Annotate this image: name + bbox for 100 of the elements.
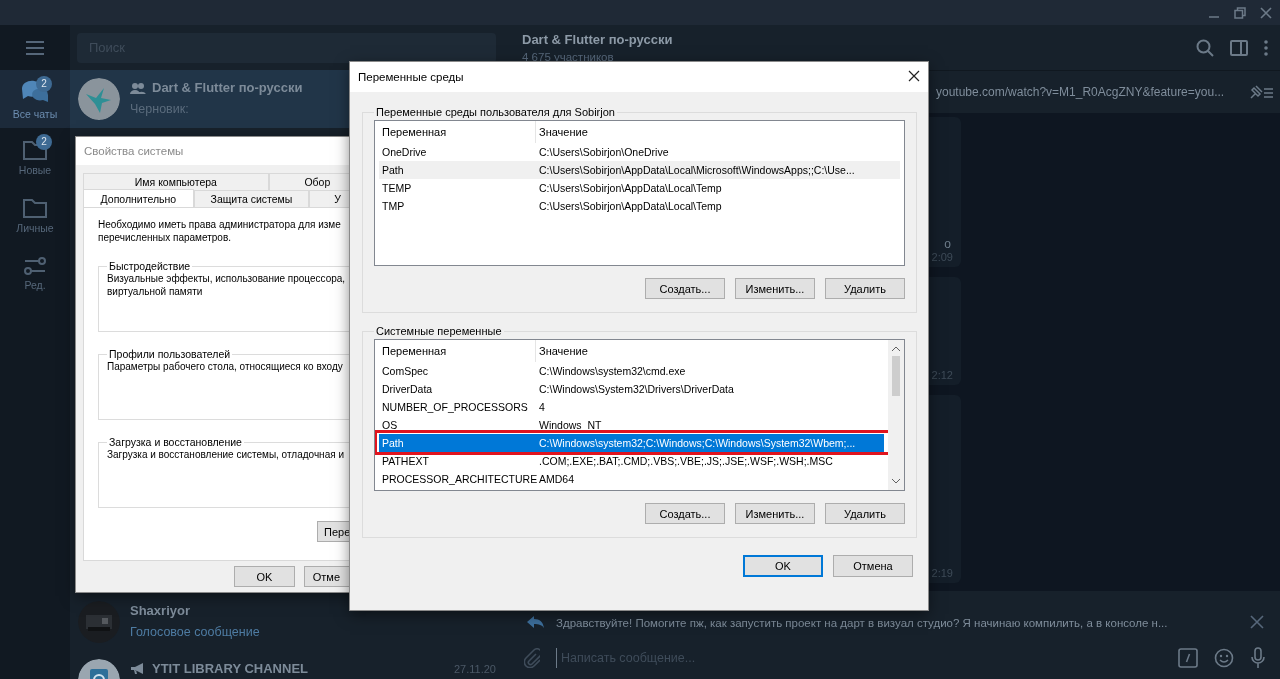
list-row[interactable]: OS Windows_NT: [379, 416, 884, 434]
variable-value: C:\Users\Sobirjon\AppData\Local\Temp: [538, 182, 722, 194]
search-icon[interactable]: [1196, 38, 1214, 57]
more-icon[interactable]: [1264, 39, 1268, 56]
dialog-button[interactable]: Создать...: [645, 278, 725, 299]
message-text: о: [944, 237, 951, 251]
admin-notice: Необходимо иметь права администратора для изме перечисленных параметров.: [98, 218, 342, 244]
variable-name: Path: [381, 437, 405, 449]
dialog-title: Переменные среды: [358, 71, 464, 83]
folder-icon: [22, 138, 48, 161]
list-row[interactable]: NUMBER_OF_PROCESSORS 4: [379, 398, 884, 416]
chat-title: Dart & Flutter по-русски: [522, 32, 674, 47]
column-header[interactable]: Переменная: [379, 121, 536, 143]
variable-name: PROCESSOR_ARCHITECTURE: [381, 473, 536, 485]
group-icon: [130, 81, 146, 94]
scroll-down-icon[interactable]: [892, 478, 900, 484]
dialog-button[interactable]: Изменить...: [735, 503, 815, 524]
chat-name: Shaxriyor: [130, 603, 190, 618]
paperclip-icon[interactable]: [524, 648, 540, 668]
variable-name: Path: [381, 164, 405, 176]
dialog-button[interactable]: Удалить: [825, 278, 905, 299]
list-row[interactable]: Path C:\Users\Sobirjon\AppData\Local\Microsoft\WindowsApps;;C:\Use...: [379, 161, 900, 179]
megaphone-icon: [130, 662, 146, 675]
column-header[interactable]: Переменная: [379, 340, 536, 362]
list-row[interactable]: ComSpec C:\Windows\system32\cmd.exe: [379, 362, 884, 380]
variable-name: OS: [381, 419, 399, 431]
variable-value: C:\Windows\System32\Drivers\DriverData: [538, 383, 734, 395]
folder-label: Личные: [16, 221, 54, 234]
scroll-up-icon[interactable]: [892, 346, 900, 352]
member-count: 4 675 участников: [522, 51, 615, 63]
dialog-button[interactable]: Удалить: [825, 503, 905, 524]
variable-name: NUMBER_OF_PROCESSORS: [381, 401, 529, 413]
list-row[interactable]: DriverData C:\Windows\System32\Drivers\DriverData: [379, 380, 884, 398]
microphone-icon[interactable]: [1250, 647, 1266, 669]
menu-icon[interactable]: [26, 40, 44, 55]
scroll-thumb[interactable]: [892, 356, 900, 396]
dialog-button[interactable]: OK: [743, 555, 823, 577]
dialog-tab[interactable]: Защита системы: [193, 190, 310, 207]
variable-value: C:\Windows\system32\cmd.exe: [538, 365, 686, 377]
chat-name: Dart & Flutter по-русски: [152, 80, 303, 95]
restore-icon[interactable]: [1234, 6, 1246, 19]
unread-badge: 2: [36, 134, 52, 150]
group-description: Параметры рабочего стола, относящиеся ко входу: [107, 360, 344, 373]
variable-name: OneDrive: [381, 146, 428, 158]
dialog-button[interactable]: Изменить...: [735, 278, 815, 299]
variable-value: C:\Users\Sobirjon\OneDrive: [538, 146, 669, 158]
variable-value: AMD64: [538, 473, 574, 485]
folder-tab[interactable]: 2 Новые: [0, 128, 70, 186]
chat-date: 27.11.20: [454, 662, 496, 675]
unread-badge: 2: [36, 76, 52, 92]
group-title: Системные переменные: [375, 325, 503, 337]
chat-name: YTIT LIBRARY CHANNEL: [152, 661, 308, 676]
pinned-message[interactable]: youtube.com/watch?v=M1_R0AcgZNY&feature=you...: [936, 85, 1240, 99]
chat-preview: Голосовое сообщение: [130, 625, 260, 639]
column-header[interactable]: Значение: [536, 121, 588, 143]
dialog-button[interactable]: OK: [234, 566, 295, 587]
variable-value: 4: [538, 401, 545, 413]
variable-value: C:\Windows\system32;C:\Windows;C:\Windows\System32\Wbem;...: [538, 437, 856, 449]
chat-preview: Черновик:: [130, 102, 189, 116]
group-description: Загрузка и восстановление системы, отладочная и: [107, 448, 345, 461]
list-row[interactable]: OneDrive C:\Users\Sobirjon\OneDrive: [379, 143, 900, 161]
variable-name: PATHEXT: [381, 455, 430, 467]
variable-name: TMP: [381, 200, 406, 212]
chat-item[interactable]: Shaxriyor Голосовое сообщение: [70, 593, 510, 651]
reply-preview: Здравствуйте! Помогите пж, как запустить проект на дарт в визуал студио? Я начинаю компилить, а в консоле н...: [556, 617, 1169, 629]
sidebar-icon[interactable]: [1230, 39, 1248, 56]
column-header[interactable]: Значение: [536, 340, 588, 362]
folder-label: Новые: [18, 163, 52, 176]
variable-value: C:\Users\Sobirjon\AppData\Local\Temp: [538, 200, 722, 212]
group-title: Профили пользователей: [108, 348, 232, 360]
list-row[interactable]: TMP C:\Users\Sobirjon\AppData\Local\Temp: [379, 197, 900, 215]
variable-name: ComSpec: [381, 365, 430, 377]
close-icon[interactable]: [1250, 615, 1264, 629]
list-row[interactable]: PROCESSOR_ARCHITECTURE AMD64: [379, 470, 884, 488]
group-description: Визуальные эффекты, использование процессора, виртуальной памяти: [107, 273, 347, 298]
close-icon[interactable]: [1260, 6, 1272, 19]
variable-value: .COM;.EXE;.BAT;.CMD;.VBS;.VBE;.JS;.JSE;.WSF;.WSH;.MSC: [538, 455, 833, 467]
dialog-button[interactable]: Отмена: [833, 555, 913, 577]
group-title: Быстродействие: [108, 260, 191, 272]
commands-icon[interactable]: [1178, 648, 1198, 668]
variable-value: C:\Users\Sobirjon\AppData\Local\Microsoft\WindowsApps;;C:\Use...: [538, 164, 855, 176]
emoji-icon[interactable]: [1214, 648, 1234, 668]
group-title: Загрузка и восстановление: [108, 436, 243, 448]
variable-value: Windows_NT: [538, 419, 602, 431]
dialog-tab[interactable]: Дополнительно: [83, 189, 194, 207]
dialog-tab[interactable]: Имя компьютера: [83, 173, 269, 190]
folder-label: Все чаты: [12, 107, 58, 120]
bird-avatar: [78, 78, 120, 120]
list-row[interactable]: TEMP C:\Users\Sobirjon\AppData\Local\Temp: [379, 179, 900, 197]
scrollbar[interactable]: [888, 340, 904, 490]
sliders-icon: [23, 255, 47, 276]
pin-list-icon[interactable]: [1248, 84, 1274, 100]
folder-icon: [22, 196, 48, 219]
chat-item[interactable]: YTIT LIBRARY CHANNEL 27.11.20: [70, 651, 510, 679]
folder-label: Ред.: [24, 278, 46, 291]
dialog-button[interactable]: Создать...: [645, 503, 725, 524]
reply-icon: [526, 615, 544, 629]
variable-name: DriverData: [381, 383, 434, 395]
folder-tab[interactable]: 2 Все чаты: [0, 70, 70, 128]
list-row[interactable]: PATHEXT .COM;.EXE;.BAT;.CMD;.VBS;.VBE;.JS;.JSE;.WSF;.WSH;.MSC: [379, 452, 884, 470]
